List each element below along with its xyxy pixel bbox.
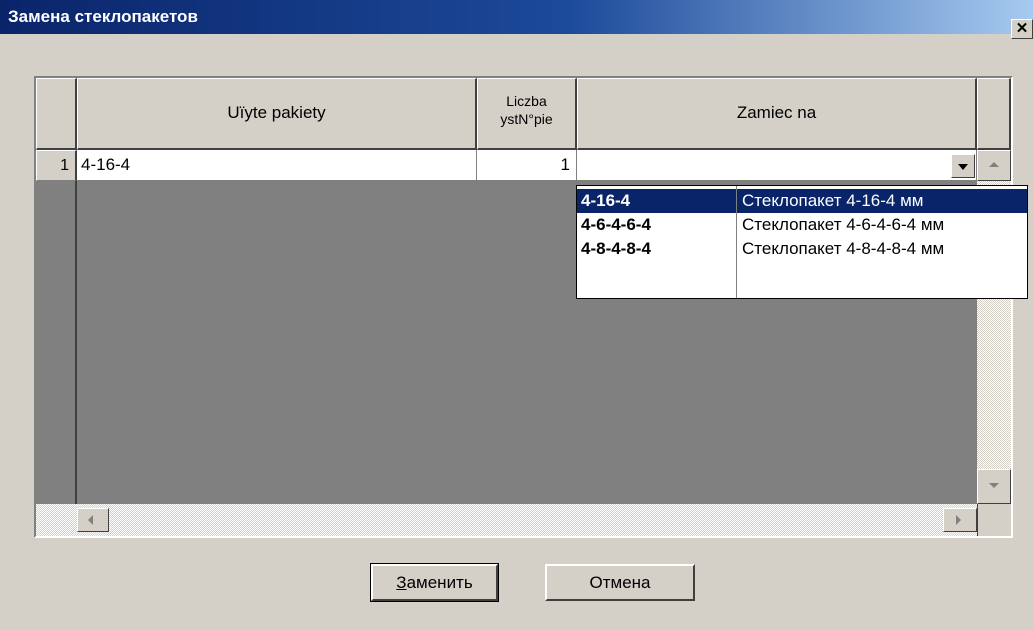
replacement-grid: Uïyte pakiety Liczba ystN°pie Zamiec na 1… [36, 78, 1011, 536]
arrow-left-icon [88, 515, 93, 525]
option-code: 4-8-4-8-4 [581, 239, 651, 258]
scrollbar-corner [977, 504, 1011, 536]
dropdown-option[interactable]: 4-16-4 Стеклопакет 4-16-4 мм [577, 189, 1027, 213]
close-icon: ✕ [1015, 20, 1029, 37]
replace-button[interactable]: Заменить [370, 563, 499, 602]
dropdown-option[interactable]: 4-8-4-8-4 Стеклопакет 4-8-4-8-4 мм [577, 237, 1027, 261]
scroll-right-button[interactable] [943, 508, 977, 532]
dropdown-column-separator [736, 186, 737, 298]
cancel-button[interactable]: Отмена [545, 564, 695, 601]
close-button[interactable]: ✕ [1011, 19, 1033, 39]
title-bar: Замена стеклопакетов [0, 0, 1033, 34]
cell-used-packet[interactable]: 4-16-4 [77, 150, 477, 181]
cancel-button-label: Отмена [589, 573, 651, 592]
option-description: Стеклопакет 4-16-4 мм [742, 191, 924, 210]
column-header-used-label: Uïyte pakiety [227, 103, 326, 122]
cell-replace-combo[interactable] [577, 150, 977, 181]
scroll-up-button[interactable] [977, 150, 1011, 181]
arrow-right-icon [956, 515, 961, 525]
column-header-replace-with[interactable]: Zamiec na [577, 78, 977, 150]
column-header-count-line1: Liczba [506, 93, 547, 109]
column-header-count-line2: ystN°pie [500, 111, 553, 127]
column-header-used-packets[interactable]: Uïyte pakiety [77, 78, 477, 150]
window-title: Замена стеклопакетов [8, 7, 198, 26]
arrow-up-icon [989, 162, 999, 167]
replace-button-label: Заменить [396, 573, 473, 592]
grid-corner-header [36, 78, 77, 150]
replace-options-dropdown[interactable]: 4-16-4 Стеклопакет 4-16-4 мм 4-6-4-6-4 С… [576, 185, 1028, 299]
option-code: 4-6-4-6-4 [581, 215, 651, 234]
row-header-column [36, 181, 77, 504]
column-header-count[interactable]: Liczba ystN°pie [477, 78, 577, 150]
dropdown-option[interactable]: 4-6-4-6-4 Стеклопакет 4-6-4-6-4 мм [577, 213, 1027, 237]
column-header-replace-label: Zamiec na [736, 103, 817, 122]
grid-header-spacer [977, 78, 1011, 150]
option-description: Стеклопакет 4-8-4-8-4 мм [742, 239, 945, 258]
cell-count[interactable]: 1 [477, 150, 577, 181]
row-number[interactable]: 1 [36, 150, 77, 181]
option-description: Стеклопакет 4-6-4-6-4 мм [742, 215, 945, 234]
option-code: 4-16-4 [581, 191, 631, 210]
arrow-down-icon [989, 483, 999, 488]
scroll-down-button[interactable] [977, 469, 1011, 504]
chevron-down-icon [958, 164, 968, 170]
grid-frame: Uïyte pakiety Liczba ystN°pie Zamiec na 1… [34, 76, 1013, 538]
scroll-left-button[interactable] [77, 508, 109, 532]
combo-dropdown-button[interactable] [951, 154, 975, 178]
horizontal-scrollbar[interactable] [36, 504, 977, 536]
